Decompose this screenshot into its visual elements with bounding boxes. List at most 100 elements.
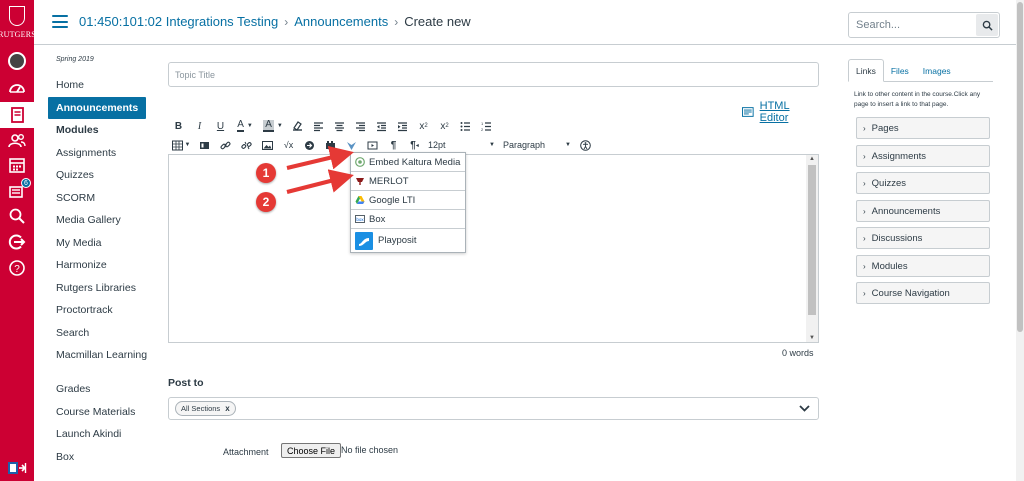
- bold-icon[interactable]: B: [168, 118, 189, 134]
- course-nav-my-media[interactable]: My Media: [48, 232, 158, 255]
- block-format-select[interactable]: Paragraph ▼: [503, 140, 571, 150]
- text-color-icon[interactable]: A ▼: [231, 118, 259, 134]
- editor-scrollbar[interactable]: ▲ ▼: [806, 155, 818, 342]
- rutgers-logo[interactable]: RUTGERS: [0, 4, 36, 46]
- dashboard-nav-item[interactable]: [0, 75, 34, 101]
- page-scrollbar[interactable]: [1016, 0, 1024, 481]
- tab-links[interactable]: Links: [848, 59, 884, 82]
- sidebar-item-discussions[interactable]: › Discussions: [856, 227, 990, 249]
- numbered-list-icon[interactable]: 12: [476, 118, 497, 134]
- sidebar-item-quizzes[interactable]: › Quizzes: [856, 172, 990, 194]
- user-avatar-icon: [8, 52, 26, 70]
- svg-text:1: 1: [481, 121, 484, 126]
- hamburger-menu-icon[interactable]: [52, 15, 68, 28]
- equation-icon[interactable]: √x: [278, 137, 299, 153]
- logout-nav-item[interactable]: [0, 229, 34, 255]
- choose-file-button[interactable]: Choose File: [281, 443, 342, 458]
- collapse-nav-button[interactable]: [0, 455, 34, 481]
- search-button[interactable]: [976, 14, 998, 36]
- course-nav-modules[interactable]: Modules: [48, 119, 158, 142]
- groups-nav-item[interactable]: [0, 128, 34, 154]
- logout-icon: [8, 234, 26, 250]
- course-nav-media-gallery[interactable]: Media Gallery: [48, 209, 158, 232]
- align-left-icon[interactable]: [308, 118, 329, 134]
- dropdown-item-box[interactable]: box Box: [351, 210, 465, 229]
- help-nav-item[interactable]: ?: [0, 255, 34, 281]
- align-right-icon[interactable]: [350, 118, 371, 134]
- clear-formatting-icon[interactable]: [287, 118, 308, 134]
- course-nav-harmonize[interactable]: Harmonize: [48, 254, 158, 277]
- bullet-list-icon[interactable]: [455, 118, 476, 134]
- scroll-down-icon[interactable]: ▼: [809, 335, 815, 341]
- sections-selector[interactable]: All Sections x: [168, 397, 819, 420]
- accessibility-checker-icon[interactable]: [575, 137, 596, 153]
- logo-text: RUTGERS: [0, 30, 36, 39]
- course-nav-proctortrack[interactable]: Proctortrack: [48, 299, 158, 322]
- breadcrumb-course[interactable]: 01:450:101:02 Integrations Testing: [79, 14, 278, 29]
- collapse-nav-icon: [8, 462, 27, 474]
- underline-icon[interactable]: U: [210, 118, 231, 134]
- sidebar-item-pages[interactable]: › Pages: [856, 117, 990, 139]
- media-icon[interactable]: [194, 137, 215, 153]
- course-nav-search[interactable]: Search: [48, 322, 158, 345]
- superscript-icon[interactable]: x2: [413, 118, 434, 134]
- search-input[interactable]: [849, 13, 975, 37]
- sidebar-item-assignments[interactable]: › Assignments: [856, 145, 990, 167]
- record-media-icon[interactable]: [362, 137, 383, 153]
- calendar-nav-item[interactable]: [0, 152, 34, 178]
- font-size-select[interactable]: 12pt ▼: [425, 140, 495, 150]
- course-nav-grades[interactable]: Grades: [48, 378, 158, 401]
- dropdown-item-google-lti[interactable]: Google LTI: [351, 191, 465, 210]
- course-nav-announcements[interactable]: Announcements: [48, 96, 146, 119]
- course-nav-course-materials[interactable]: Course Materials: [48, 401, 158, 424]
- course-nav-assignments[interactable]: Assignments: [48, 142, 158, 165]
- tab-files[interactable]: Files: [884, 59, 916, 82]
- sidebar-item-modules[interactable]: › Modules: [856, 255, 990, 277]
- tab-images[interactable]: Images: [916, 59, 958, 82]
- remove-tag-icon[interactable]: x: [225, 404, 229, 413]
- scroll-up-icon[interactable]: ▲: [809, 156, 815, 162]
- course-nav-scorm[interactable]: SCORM: [48, 187, 158, 210]
- topic-title-input[interactable]: Topic Title: [168, 62, 819, 87]
- course-nav-home[interactable]: Home: [48, 74, 158, 97]
- course-nav-quizzes[interactable]: Quizzes: [48, 164, 158, 187]
- course-nav-macmillan-learning[interactable]: Macmillan Learning: [48, 344, 158, 378]
- link-icon[interactable]: [215, 137, 236, 153]
- italic-icon[interactable]: I: [189, 118, 210, 134]
- subscript-icon[interactable]: x2: [434, 118, 455, 134]
- rtl-paragraph-icon[interactable]: ¶ ◂: [404, 137, 425, 153]
- sidebar-item-course-navigation[interactable]: › Course Navigation: [856, 282, 990, 304]
- chevron-right-icon: ›: [863, 151, 866, 161]
- sidebar-item-label: Quizzes: [871, 177, 906, 189]
- inbox-badge: 6: [21, 178, 31, 188]
- breadcrumb-announcements[interactable]: Announcements: [294, 14, 388, 29]
- breadcrumb-separator-icon: ›: [284, 14, 289, 29]
- dropdown-item-playposit[interactable]: Playposit: [351, 229, 465, 252]
- indent-icon[interactable]: [392, 118, 413, 134]
- more-tools-icon[interactable]: [320, 137, 341, 153]
- unlink-icon[interactable]: [236, 137, 257, 153]
- chevron-right-icon: ›: [863, 288, 866, 298]
- dropdown-item-kaltura[interactable]: Embed Kaltura Media: [351, 153, 465, 172]
- html-editor-link[interactable]: HTML Editor: [742, 100, 819, 124]
- courses-nav-item[interactable]: [0, 102, 34, 128]
- course-nav: Spring 2019 Home Announcements Modules A…: [48, 56, 158, 468]
- align-center-icon[interactable]: [329, 118, 350, 134]
- outdent-icon[interactable]: [371, 118, 392, 134]
- table-icon[interactable]: ▼: [168, 137, 194, 153]
- search-nav-item[interactable]: [0, 203, 34, 229]
- background-color-icon[interactable]: A ▼: [259, 118, 287, 134]
- dropdown-item-merlot[interactable]: MERLOT: [351, 172, 465, 191]
- embed-icon[interactable]: [299, 137, 320, 153]
- inbox-nav-item[interactable]: 6: [0, 178, 34, 204]
- course-nav-rutgers-libraries[interactable]: Rutgers Libraries: [48, 277, 158, 300]
- account-nav-item[interactable]: [0, 48, 34, 74]
- sidebar-item-announcements[interactable]: › Announcements: [856, 200, 990, 222]
- image-icon[interactable]: [257, 137, 278, 153]
- lti-apps-icon[interactable]: [341, 137, 362, 153]
- course-nav-box[interactable]: Box: [48, 446, 158, 469]
- course-nav-launch-akindi[interactable]: Launch Akindi: [48, 423, 158, 446]
- ltr-paragraph-icon[interactable]: ¶: [383, 137, 404, 153]
- chevron-down-icon[interactable]: [799, 405, 810, 412]
- calendar-icon: [9, 158, 25, 173]
